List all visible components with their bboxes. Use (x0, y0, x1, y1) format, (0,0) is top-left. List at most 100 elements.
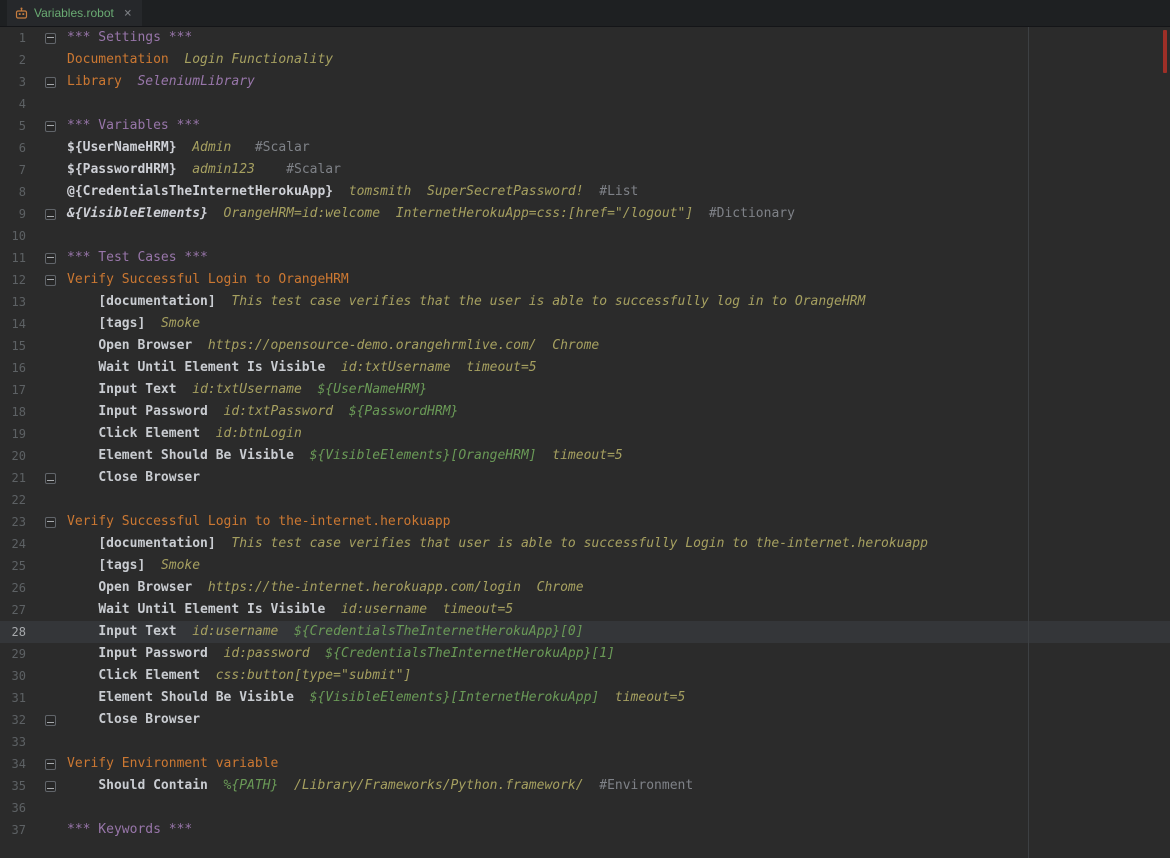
line-number[interactable]: 26 (0, 577, 26, 599)
code-line[interactable]: 37*** Keywords *** (0, 819, 1170, 841)
line-number[interactable]: 6 (0, 137, 26, 159)
line-number[interactable]: 18 (0, 401, 26, 423)
line-number[interactable]: 20 (0, 445, 26, 467)
fold-gutter[interactable] (26, 467, 62, 489)
code-line[interactable]: 10 (0, 225, 1170, 247)
code-line[interactable]: 30 Click Element css:button[type="submit… (0, 665, 1170, 687)
line-number[interactable]: 34 (0, 753, 26, 775)
line-number[interactable]: 35 (0, 775, 26, 797)
line-number[interactable]: 31 (0, 687, 26, 709)
code-line[interactable]: 35 Should Contain %{PATH} /Library/Frame… (0, 775, 1170, 797)
error-stripe-mark[interactable] (1163, 30, 1167, 73)
fold-end-icon[interactable] (45, 473, 56, 484)
code-line[interactable]: 31 Element Should Be Visible ${VisibleEl… (0, 687, 1170, 709)
line-number[interactable]: 27 (0, 599, 26, 621)
fold-end-icon[interactable] (45, 209, 56, 220)
code-line[interactable]: 34Verify Environment variable (0, 753, 1170, 775)
fold-start-icon[interactable] (45, 275, 56, 286)
line-number[interactable]: 10 (0, 225, 26, 247)
line-number[interactable]: 21 (0, 467, 26, 489)
code-line[interactable]: 21 Close Browser (0, 467, 1170, 489)
line-number[interactable]: 25 (0, 555, 26, 577)
code-editor[interactable]: 1*** Settings ***2Documentation Login Fu… (0, 27, 1170, 858)
line-number[interactable]: 1 (0, 27, 26, 49)
line-number[interactable]: 30 (0, 665, 26, 687)
line-number[interactable]: 19 (0, 423, 26, 445)
fold-gutter[interactable] (26, 115, 62, 137)
line-number[interactable]: 36 (0, 797, 26, 819)
line-number[interactable]: 24 (0, 533, 26, 555)
fold-gutter[interactable] (26, 269, 62, 291)
line-number[interactable]: 8 (0, 181, 26, 203)
code-line[interactable]: 32 Close Browser (0, 709, 1170, 731)
line-number[interactable]: 15 (0, 335, 26, 357)
line-number[interactable]: 37 (0, 819, 26, 841)
code-line[interactable]: 2Documentation Login Functionality (0, 49, 1170, 71)
code-line[interactable]: 29 Input Password id:password ${Credenti… (0, 643, 1170, 665)
fold-gutter[interactable] (26, 203, 62, 225)
line-number[interactable]: 5 (0, 115, 26, 137)
tab-variables-robot[interactable]: Variables.robot × (7, 0, 142, 26)
code-line[interactable]: 13 [documentation] This test case verifi… (0, 291, 1170, 313)
line-number[interactable]: 13 (0, 291, 26, 313)
line-number[interactable]: 23 (0, 511, 26, 533)
fold-gutter[interactable] (26, 753, 62, 775)
code-line[interactable]: 8@{CredentialsTheInternetHerokuApp} toms… (0, 181, 1170, 203)
fold-gutter[interactable] (26, 247, 62, 269)
code-line[interactable]: 17 Input Text id:txtUsername ${UserNameH… (0, 379, 1170, 401)
fold-gutter[interactable] (26, 71, 62, 93)
fold-end-icon[interactable] (45, 715, 56, 726)
fold-gutter[interactable] (26, 27, 62, 49)
tab-close-icon[interactable]: × (124, 7, 132, 20)
line-number[interactable]: 9 (0, 203, 26, 225)
code-line[interactable]: 26 Open Browser https://the-internet.her… (0, 577, 1170, 599)
code-line[interactable]: 1*** Settings *** (0, 27, 1170, 49)
code-line[interactable]: 9&{VisibleElements} OrangeHRM=id:welcome… (0, 203, 1170, 225)
fold-start-icon[interactable] (45, 759, 56, 770)
code-line[interactable]: 19 Click Element id:btnLogin (0, 423, 1170, 445)
line-number[interactable]: 7 (0, 159, 26, 181)
fold-end-icon[interactable] (45, 781, 56, 792)
code-line[interactable]: 27 Wait Until Element Is Visible id:user… (0, 599, 1170, 621)
line-number[interactable]: 2 (0, 49, 26, 71)
code-line[interactable]: 6${UserNameHRM} Admin #Scalar (0, 137, 1170, 159)
code-line[interactable]: 23Verify Successful Login to the-interne… (0, 511, 1170, 533)
code-line[interactable]: 3Library SeleniumLibrary (0, 71, 1170, 93)
fold-gutter[interactable] (26, 511, 62, 533)
code-line[interactable]: 16 Wait Until Element Is Visible id:txtU… (0, 357, 1170, 379)
fold-end-icon[interactable] (45, 77, 56, 88)
line-number[interactable]: 28 (0, 621, 26, 643)
line-number[interactable]: 12 (0, 269, 26, 291)
code-line[interactable]: 25 [tags] Smoke (0, 555, 1170, 577)
code-line[interactable]: 28 Input Text id:username ${CredentialsT… (0, 621, 1170, 643)
code-line[interactable]: 20 Element Should Be Visible ${VisibleEl… (0, 445, 1170, 467)
code-line[interactable]: 5*** Variables *** (0, 115, 1170, 137)
line-number[interactable]: 29 (0, 643, 26, 665)
line-number[interactable]: 32 (0, 709, 26, 731)
code-line[interactable]: 18 Input Password id:txtPassword ${Passw… (0, 401, 1170, 423)
code-line[interactable]: 15 Open Browser https://opensource-demo.… (0, 335, 1170, 357)
code-line[interactable]: 12Verify Successful Login to OrangeHRM (0, 269, 1170, 291)
code-line[interactable]: 14 [tags] Smoke (0, 313, 1170, 335)
fold-start-icon[interactable] (45, 121, 56, 132)
line-number[interactable]: 22 (0, 489, 26, 511)
fold-start-icon[interactable] (45, 517, 56, 528)
fold-start-icon[interactable] (45, 253, 56, 264)
code-line[interactable]: 4 (0, 93, 1170, 115)
fold-gutter[interactable] (26, 775, 62, 797)
line-number[interactable]: 16 (0, 357, 26, 379)
code-line[interactable]: 7${PasswordHRM} admin123 #Scalar (0, 159, 1170, 181)
code-line[interactable]: 24 [documentation] This test case verifi… (0, 533, 1170, 555)
code-line[interactable]: 33 (0, 731, 1170, 753)
fold-gutter[interactable] (26, 709, 62, 731)
line-number[interactable]: 3 (0, 71, 26, 93)
line-number[interactable]: 14 (0, 313, 26, 335)
line-number[interactable]: 4 (0, 93, 26, 115)
fold-start-icon[interactable] (45, 33, 56, 44)
line-number[interactable]: 11 (0, 247, 26, 269)
line-number[interactable]: 17 (0, 379, 26, 401)
line-number[interactable]: 33 (0, 731, 26, 753)
code-line[interactable]: 11*** Test Cases *** (0, 247, 1170, 269)
code-line[interactable]: 36 (0, 797, 1170, 819)
code-line[interactable]: 22 (0, 489, 1170, 511)
